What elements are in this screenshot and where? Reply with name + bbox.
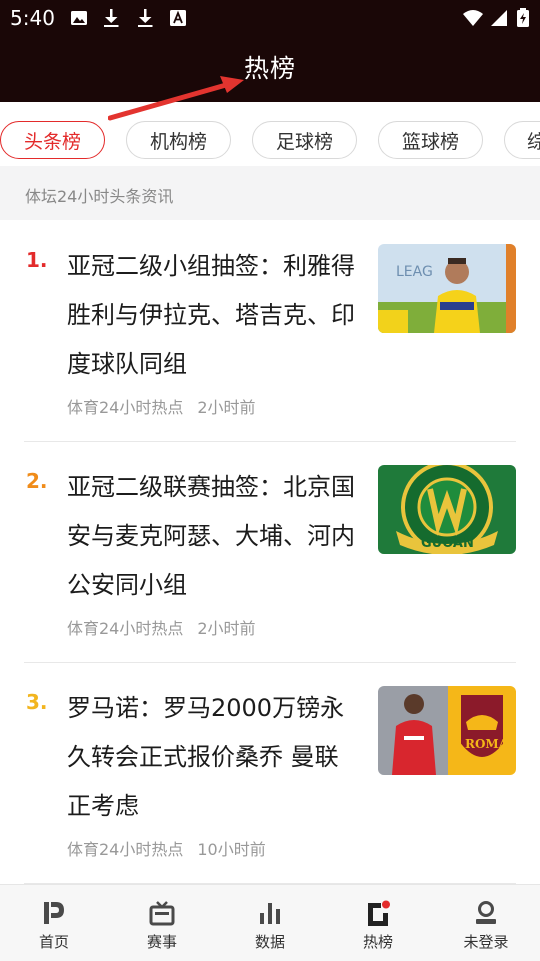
tv-icon — [148, 899, 176, 927]
nav-matches[interactable]: 赛事 — [108, 885, 216, 961]
thumb-text: ROMA — [465, 737, 509, 751]
nav-data[interactable]: 数据 — [216, 885, 324, 961]
status-bar: 5:40 — [0, 0, 540, 36]
tab-headline[interactable]: 头条榜 — [0, 121, 105, 159]
bottom-nav: 首页 赛事 数据 热榜 未登录 — [0, 884, 540, 961]
tab-label: 足球榜 — [275, 130, 333, 153]
news-source: 体育24小时热点 — [67, 398, 184, 417]
news-thumbnail: LEAG — [378, 244, 516, 333]
nav-label: 数据 — [254, 933, 285, 951]
news-time: 2小时前 — [197, 619, 256, 638]
rank-number: 1. — [26, 248, 48, 272]
news-title: 亚冠二级联赛抽签：北京国安与麦克阿瑟、大埔、河内公安同小组 — [67, 473, 355, 599]
news-time: 2小时前 — [197, 398, 256, 417]
nav-label: 赛事 — [146, 933, 177, 951]
nav-label: 热榜 — [362, 933, 393, 951]
tab-label: 综 — [527, 130, 540, 153]
news-source: 体育24小时热点 — [67, 840, 184, 859]
news-meta: 体育24小时热点 2小时前 — [67, 394, 256, 418]
news-meta: 体育24小时热点 2小时前 — [67, 615, 256, 639]
nav-hot-list[interactable]: 热榜 — [324, 885, 432, 961]
download-icon — [102, 8, 120, 28]
signal-icon — [490, 8, 508, 28]
rank-number: 3. — [26, 690, 48, 714]
news-title: 罗马诺：罗马2000万镑永久转会正式报价桑乔 曼联正考虑 — [67, 694, 345, 820]
news-time: 10小时前 — [197, 840, 266, 859]
news-item[interactable]: 2. 亚冠二级联赛抽签：北京国安与麦克阿瑟、大埔、河内公安同小组 体育24小时热… — [0, 441, 540, 661]
tab-label: 篮球榜 — [401, 130, 459, 153]
news-title: 亚冠二级小组抽签：利雅得胜利与伊拉克、塔吉克、印度球队同组 — [67, 252, 355, 378]
news-item[interactable]: 3. 罗马诺：罗马2000万镑永久转会正式报价桑乔 曼联正考虑 体育24小时热点… — [0, 662, 540, 882]
battery-icon — [516, 8, 530, 28]
font-icon — [169, 8, 187, 28]
tab-comprehensive[interactable]: 综 — [504, 121, 540, 159]
nav-home[interactable]: 首页 — [0, 885, 108, 961]
tab-label: 机构榜 — [149, 130, 207, 153]
category-tabs: 头条榜 机构榜 足球榜 篮球榜 综 — [0, 114, 540, 166]
subheader-text: 体坛24小时头条资讯 — [25, 187, 174, 206]
tab-football[interactable]: 足球榜 — [252, 121, 357, 159]
hot-list-icon — [364, 899, 392, 927]
rank-number: 2. — [26, 469, 48, 493]
nav-label: 未登录 — [463, 933, 509, 951]
tab-label: 头条榜 — [23, 130, 81, 153]
image-icon — [70, 8, 88, 28]
tab-basketball[interactable]: 篮球榜 — [378, 121, 483, 159]
user-icon — [472, 899, 500, 927]
thumb-text: LEAG — [396, 264, 433, 280]
tab-institution[interactable]: 机构榜 — [126, 121, 231, 159]
wifi-icon — [462, 8, 484, 28]
news-source: 体育24小时热点 — [67, 619, 184, 638]
app-header: 热榜 — [0, 36, 540, 102]
news-thumbnail: GUOAN — [378, 465, 516, 554]
news-meta: 体育24小时热点 10小时前 — [67, 836, 266, 860]
download-icon — [136, 8, 154, 28]
nav-profile[interactable]: 未登录 — [432, 885, 540, 961]
list-subheader: 体坛24小时头条资讯 — [0, 166, 540, 220]
bar-chart-icon — [256, 899, 284, 927]
page-title: 热榜 — [243, 54, 296, 83]
news-item[interactable]: 1. 亚冠二级小组抽签：利雅得胜利与伊拉克、塔吉克、印度球队同组 体育24小时热… — [0, 220, 540, 440]
home-logo-icon — [40, 899, 68, 927]
news-thumbnail: ROMA — [378, 686, 516, 775]
status-time: 5:40 — [10, 6, 55, 30]
nav-label: 首页 — [38, 933, 69, 951]
thumb-text: GUOAN — [421, 536, 474, 551]
